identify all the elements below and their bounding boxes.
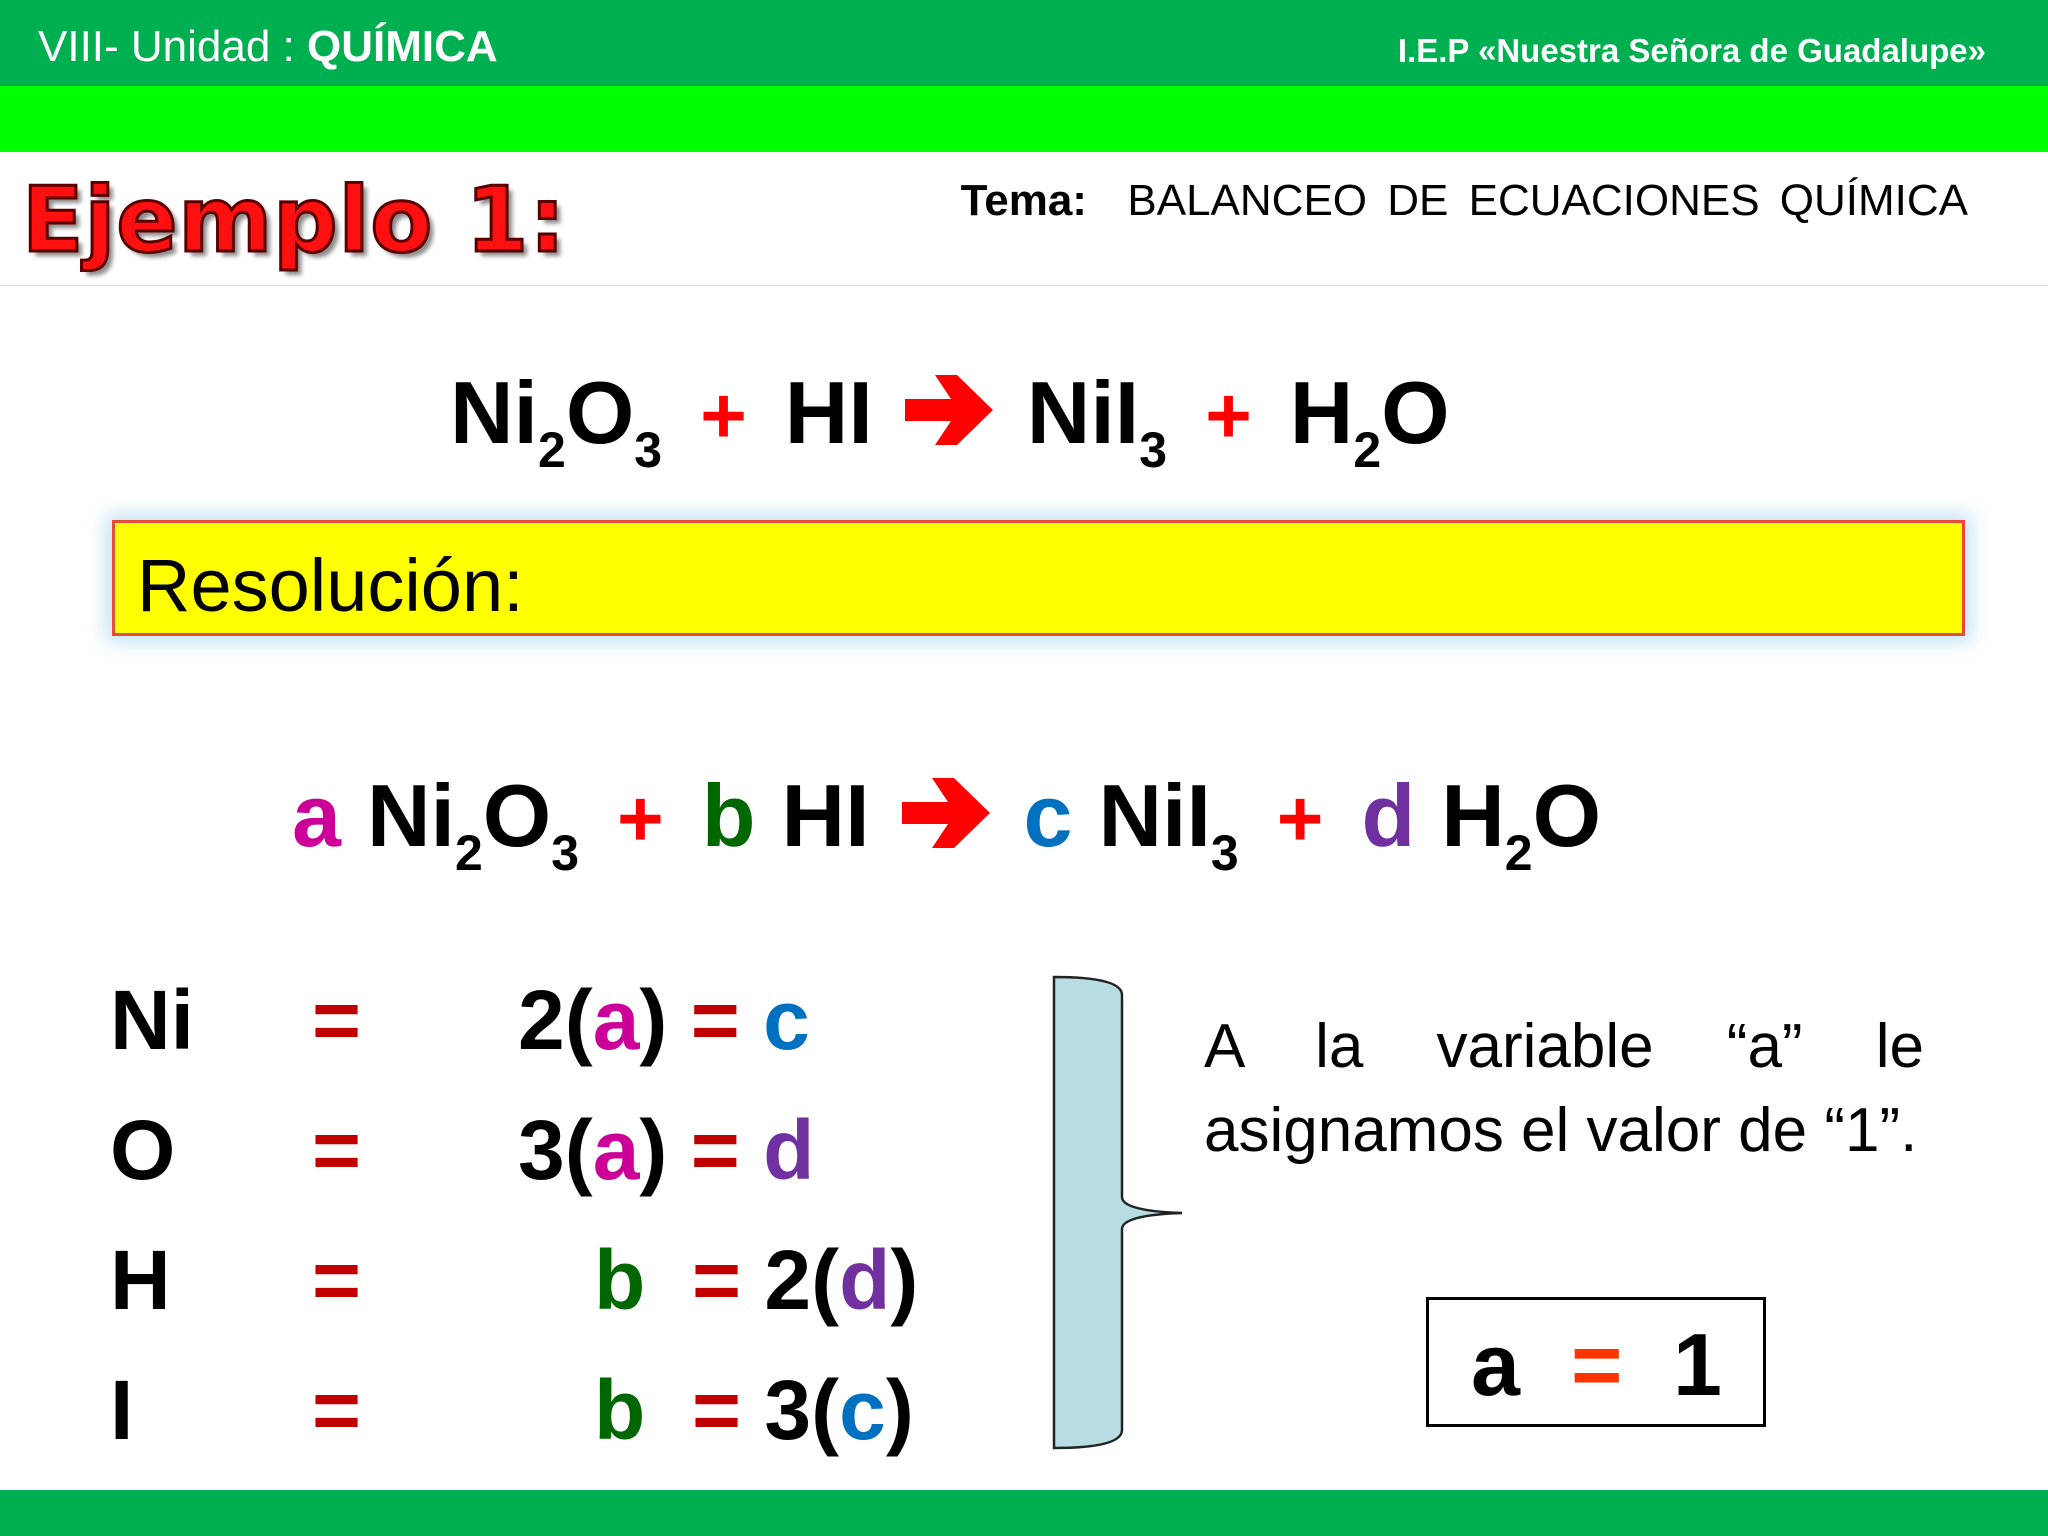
plus-sign: +	[617, 774, 664, 863]
balance-expression: 3(a) = d	[518, 1103, 815, 1197]
equation-with-coefficients: a Ni2O3 + b HI c NiI3 + d H2O	[292, 765, 1602, 881]
element-label: O	[110, 1103, 176, 1197]
element-label: Ni	[110, 973, 194, 1067]
equals-sign: =	[312, 1233, 362, 1327]
reactant-hi: HI	[784, 363, 873, 462]
answer-box: a = 1	[1426, 1297, 1766, 1427]
plus-sign: +	[1276, 774, 1324, 863]
school-name: I.E.P «Nuestra Señora de Guadalupe»	[1397, 32, 1986, 69]
balance-expression: 2(a) = c	[518, 973, 810, 1067]
answer-variable: a	[1471, 1315, 1520, 1414]
chemical-equation: Ni2O3 + HI NiI3 + H2O	[450, 362, 1450, 478]
balance-expression: b = 3(c)	[594, 1363, 914, 1457]
resolution-label: Resolución:	[137, 544, 524, 627]
unit-prefix: VIII- Unidad :	[38, 22, 308, 71]
unit-name: QUÍMICA	[307, 22, 498, 71]
reaction-arrow-icon	[904, 375, 993, 445]
header-bar: VIII- Unidad : QUÍMICA I.E.P «Nuestra Se…	[0, 0, 2048, 86]
right-brace-icon	[1052, 975, 1183, 1450]
reaction-arrow-icon	[901, 778, 990, 848]
topic-bar: Tema: BALANCEO DE ECUACIONES QUÍMICA	[0, 86, 2048, 225]
topic-title: Tema: BALANCEO DE ECUACIONES QUÍMICA	[961, 176, 1968, 226]
equals-sign: =	[312, 973, 362, 1067]
plus-sign: +	[700, 371, 747, 460]
element-label: H	[110, 1233, 171, 1327]
footer-bar	[0, 1490, 2048, 1536]
unit-title: VIII- Unidad : QUÍMICA	[38, 22, 498, 72]
example-title: Ejemplo 1:	[20, 167, 567, 275]
plus-sign: +	[1205, 371, 1252, 460]
answer-equals: =	[1571, 1315, 1623, 1414]
reactant-ni2o3: Ni2O3	[366, 766, 580, 881]
reactant-ni2o3: Ni2O3	[450, 363, 663, 478]
topic-text: BALANCEO DE ECUACIONES QUÍMICA	[1127, 176, 1968, 225]
coefficient-c: c	[1023, 766, 1073, 865]
coefficient-b: b	[701, 766, 756, 865]
equals-sign: =	[312, 1103, 362, 1197]
balance-expression: b = 2(d)	[594, 1233, 919, 1327]
product-h2o: H2O	[1289, 363, 1450, 478]
coefficient-a: a	[292, 766, 341, 865]
product-nii3: NiI3	[1026, 363, 1168, 478]
resolution-banner: Resolución:	[112, 520, 1965, 636]
explanation-note: A la variable “a” le asignamos el valor …	[1204, 1012, 1924, 1165]
reactant-hi: HI	[781, 766, 870, 865]
answer-value: 1	[1673, 1315, 1722, 1414]
equals-sign: =	[312, 1363, 362, 1457]
element-label: I	[110, 1363, 134, 1457]
divider	[0, 285, 2048, 286]
product-nii3: NiI3	[1098, 766, 1239, 881]
product-h2o: H2O	[1441, 766, 1602, 881]
coefficient-d: d	[1361, 766, 1416, 865]
topic-label: Tema:	[960, 176, 1087, 225]
